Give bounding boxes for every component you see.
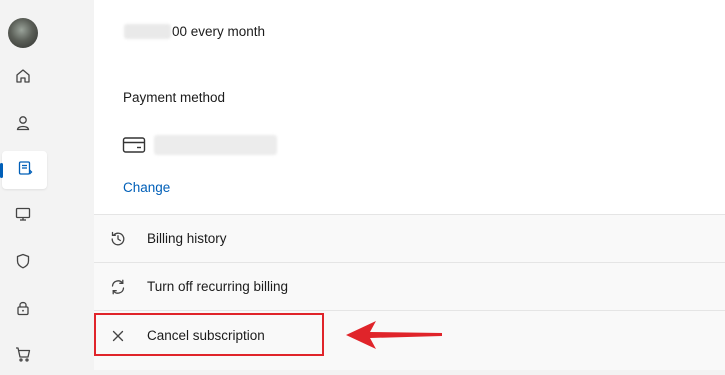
price-text: 00 every month	[172, 24, 266, 39]
nav-security[interactable]	[0, 244, 46, 282]
nav-your-info[interactable]	[0, 106, 46, 144]
turn-off-recurring-label: Turn off recurring billing	[147, 279, 289, 294]
avatar[interactable]	[8, 18, 38, 48]
nav-subscriptions[interactable]	[0, 151, 47, 189]
nav-privacy[interactable]	[0, 291, 46, 329]
sidebar	[0, 0, 94, 369]
person-icon	[14, 114, 32, 137]
shield-icon	[14, 252, 32, 275]
billing-amount: 00 every month	[124, 24, 265, 39]
redacted-price	[124, 24, 171, 39]
active-indicator	[0, 163, 3, 178]
turn-off-recurring-row[interactable]: Turn off recurring billing	[94, 262, 725, 310]
history-icon	[109, 230, 127, 248]
credit-card-icon	[122, 136, 146, 154]
annotation-highlight-box	[94, 313, 324, 356]
subscription-details: 00 every month Payment method Change	[94, 0, 725, 214]
change-payment-link[interactable]: Change	[123, 180, 170, 195]
nav-payment[interactable]	[0, 337, 46, 375]
lock-icon	[14, 299, 32, 322]
payment-method-label: Payment method	[123, 90, 226, 105]
nav-devices[interactable]	[0, 197, 46, 235]
home-icon	[14, 67, 32, 90]
billing-history-row[interactable]: Billing history	[94, 214, 725, 262]
billing-history-label: Billing history	[147, 231, 227, 246]
cart-icon	[14, 345, 32, 368]
refresh-icon	[109, 278, 127, 296]
subscriptions-icon	[16, 159, 34, 182]
redacted-card-number	[154, 135, 277, 155]
devices-icon	[14, 205, 32, 228]
annotation-arrow	[344, 319, 444, 351]
nav-home[interactable]	[0, 59, 46, 97]
payment-card	[122, 135, 277, 155]
